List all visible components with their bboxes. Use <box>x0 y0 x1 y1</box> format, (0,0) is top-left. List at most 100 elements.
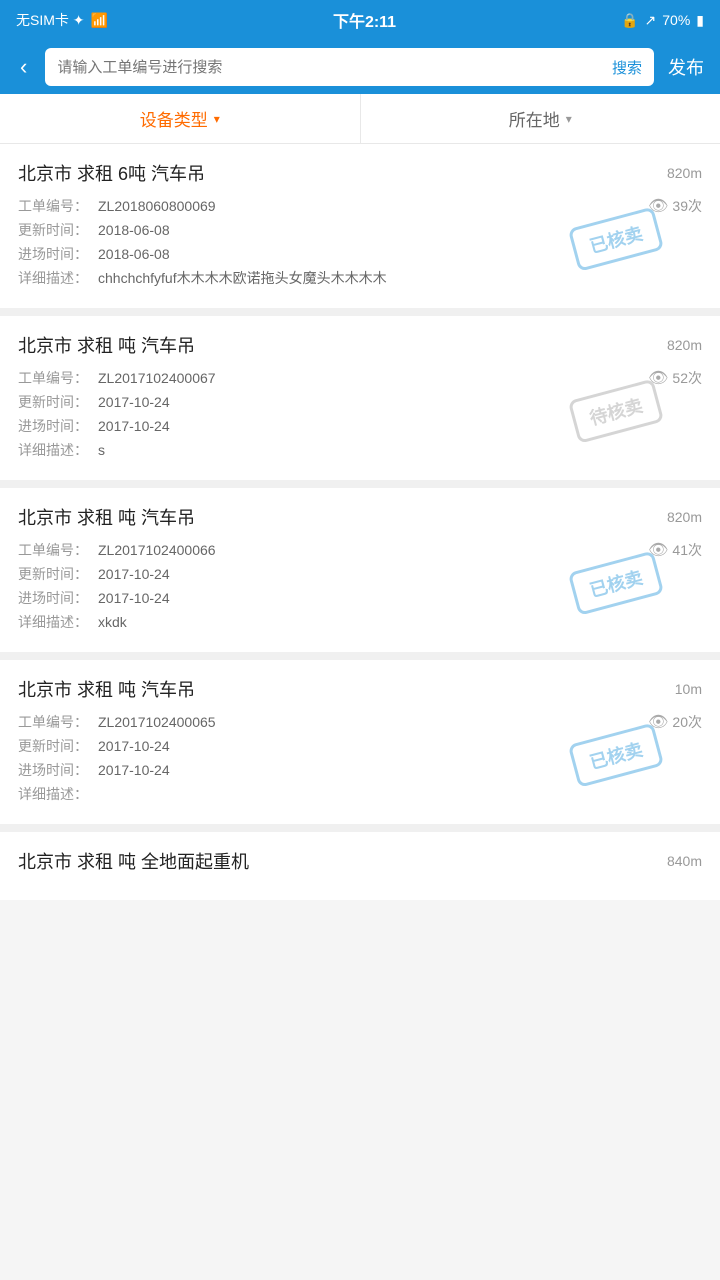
update-time-label: 更新时间： <box>18 564 98 584</box>
description-value: xkdk <box>98 614 127 630</box>
item-distance: 820m <box>667 337 702 353</box>
update-time-row: 更新时间： 2017-10-24 <box>18 564 702 584</box>
item-title-row: 北京市 求租 吨 全地面起重机 840m <box>18 848 702 874</box>
back-button[interactable]: ‹ <box>12 46 35 88</box>
order-no-label: 工单编号： <box>18 712 98 732</box>
filter-device-type-label: 设备类型 <box>140 106 208 131</box>
order-no-label: 工单编号： <box>18 540 98 560</box>
status-bar: 无SIM卡 ✦ 📶 下午2:11 🔒 ↗ 70% ▮ <box>0 0 720 40</box>
list-item[interactable]: 北京市 求租 吨 汽车吊 10m 工单编号： ZL2017102400065 👁… <box>0 660 720 824</box>
item-title: 北京市 求租 吨 全地面起重机 <box>18 848 249 874</box>
filter-location-arrow: ▾ <box>566 112 572 126</box>
update-time-label: 更新时间： <box>18 736 98 756</box>
eye-icon: 👁 <box>648 368 668 388</box>
view-count: 👁 41次 <box>648 540 702 560</box>
view-count: 👁 52次 <box>648 368 702 388</box>
list-item[interactable]: 北京市 求租 吨 全地面起重机 840m <box>0 832 720 900</box>
filter-location[interactable]: 所在地 ▾ <box>361 94 720 143</box>
filter-device-type[interactable]: 设备类型 ▾ <box>0 94 361 143</box>
entry-time-value: 2018-06-08 <box>98 246 170 262</box>
view-count-label: 39次 <box>672 196 702 216</box>
view-count: 👁 39次 <box>648 196 702 216</box>
search-input[interactable] <box>45 59 600 76</box>
entry-time-value: 2017-10-24 <box>98 762 170 778</box>
entry-time-value: 2017-10-24 <box>98 418 170 434</box>
nav-bar: ‹ 搜索 发布 <box>0 40 720 94</box>
item-distance: 10m <box>675 681 702 697</box>
description-label: 详细描述： <box>18 268 98 288</box>
filter-bar: 设备类型 ▾ 所在地 ▾ <box>0 94 720 144</box>
update-time-value: 2017-10-24 <box>98 394 170 410</box>
entry-time-label: 进场时间： <box>18 244 98 264</box>
eye-icon: 👁 <box>648 540 668 560</box>
list-container: 北京市 求租 6吨 汽车吊 820m 工单编号： ZL2018060800069… <box>0 144 720 900</box>
update-time-value: 2018-06-08 <box>98 222 170 238</box>
item-title-row: 北京市 求租 吨 汽车吊 820m <box>18 332 702 358</box>
entry-time-row: 进场时间： 2017-10-24 <box>18 588 702 608</box>
order-no-value: ZL2017102400067 <box>98 370 216 386</box>
view-count-label: 52次 <box>672 368 702 388</box>
item-title-row: 北京市 求租 6吨 汽车吊 820m <box>18 160 702 186</box>
list-item[interactable]: 北京市 求租 吨 汽车吊 820m 工单编号： ZL2017102400066 … <box>0 488 720 652</box>
update-time-label: 更新时间： <box>18 392 98 412</box>
update-time-value: 2017-10-24 <box>98 738 170 754</box>
search-container: 搜索 <box>45 48 654 86</box>
entry-time-row: 进场时间： 2018-06-08 <box>18 244 702 264</box>
description-row: 详细描述： chhchchfyfuf木木木木欧诺拖头女魔头木木木木 <box>18 268 702 288</box>
status-time: 下午2:11 <box>333 8 396 32</box>
item-title-row: 北京市 求租 吨 汽车吊 820m <box>18 504 702 530</box>
update-time-label: 更新时间： <box>18 220 98 240</box>
wifi-icon: 📶 <box>91 12 108 29</box>
item-title: 北京市 求租 6吨 汽车吊 <box>18 160 205 186</box>
item-distance: 840m <box>667 853 702 869</box>
update-time-row: 更新时间： 2017-10-24 <box>18 736 702 756</box>
description-row: 详细描述： s <box>18 440 702 460</box>
description-value: s <box>98 442 105 458</box>
view-count-label: 20次 <box>672 712 702 732</box>
entry-time-label: 进场时间： <box>18 760 98 780</box>
description-row: 详细描述： xkdk <box>18 612 702 632</box>
eye-icon: 👁 <box>648 712 668 732</box>
order-no-value: ZL2017102400066 <box>98 542 216 558</box>
item-distance: 820m <box>667 165 702 181</box>
view-count-label: 41次 <box>672 540 702 560</box>
order-no-row: 工单编号： ZL2017102400067 👁 52次 <box>18 368 702 388</box>
description-label: 详细描述： <box>18 440 98 460</box>
update-time-row: 更新时间： 2017-10-24 <box>18 392 702 412</box>
status-left: 无SIM卡 ✦ 📶 <box>16 10 108 30</box>
order-no-value: ZL2017102400065 <box>98 714 216 730</box>
list-item[interactable]: 北京市 求租 6吨 汽车吊 820m 工单编号： ZL2018060800069… <box>0 144 720 308</box>
item-title: 北京市 求租 吨 汽车吊 <box>18 676 195 702</box>
eye-icon: 👁 <box>648 196 668 216</box>
location-icon: ↗ <box>645 12 657 29</box>
entry-time-row: 进场时间： 2017-10-24 <box>18 760 702 780</box>
entry-time-value: 2017-10-24 <box>98 590 170 606</box>
list-item[interactable]: 北京市 求租 吨 汽车吊 820m 工单编号： ZL2017102400067 … <box>0 316 720 480</box>
description-row: 详细描述： <box>18 784 702 804</box>
entry-time-label: 进场时间： <box>18 588 98 608</box>
battery-label: 70% <box>662 12 690 28</box>
description-label: 详细描述： <box>18 612 98 632</box>
filter-location-label: 所在地 <box>509 106 560 131</box>
status-right: 🔒 ↗ 70% ▮ <box>621 12 704 29</box>
publish-button[interactable]: 发布 <box>664 46 708 88</box>
search-button[interactable]: 搜索 <box>600 57 654 78</box>
update-time-value: 2017-10-24 <box>98 566 170 582</box>
filter-device-type-arrow: ▾ <box>214 112 220 126</box>
order-no-label: 工单编号： <box>18 368 98 388</box>
order-no-row: 工单编号： ZL2017102400066 👁 41次 <box>18 540 702 560</box>
entry-time-row: 进场时间： 2017-10-24 <box>18 416 702 436</box>
item-distance: 820m <box>667 509 702 525</box>
view-count: 👁 20次 <box>648 712 702 732</box>
order-no-row: 工单编号： ZL2018060800069 👁 39次 <box>18 196 702 216</box>
order-no-row: 工单编号： ZL2017102400065 👁 20次 <box>18 712 702 732</box>
battery-icon: ▮ <box>696 12 704 29</box>
item-title-row: 北京市 求租 吨 汽车吊 10m <box>18 676 702 702</box>
description-label: 详细描述： <box>18 784 98 804</box>
no-sim-label: 无SIM卡 ✦ <box>16 10 85 30</box>
lock-icon: 🔒 <box>621 12 638 29</box>
order-no-label: 工单编号： <box>18 196 98 216</box>
update-time-row: 更新时间： 2018-06-08 <box>18 220 702 240</box>
item-title: 北京市 求租 吨 汽车吊 <box>18 332 195 358</box>
entry-time-label: 进场时间： <box>18 416 98 436</box>
